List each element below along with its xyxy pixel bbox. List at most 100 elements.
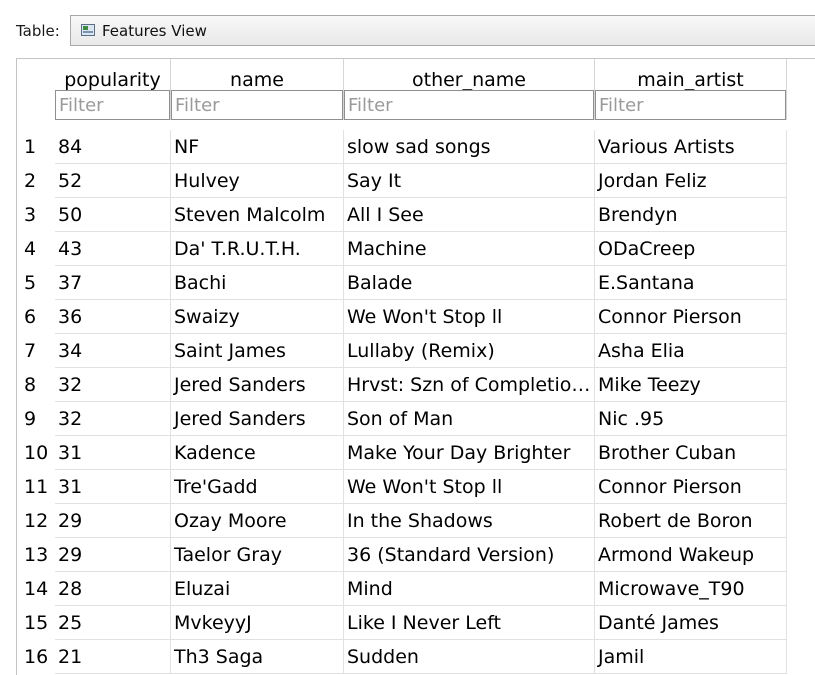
table-cell-other-name[interactable]: Make Your Day Brighter — [344, 436, 595, 470]
table-cell-name[interactable]: Da' T.R.U.T.H. — [171, 232, 344, 266]
table-cell-main-artist[interactable]: Various Artists — [595, 130, 787, 164]
table-row[interactable]: 11 31 Tre'Gadd We Won't Stop ll Connor Piers… — [17, 470, 788, 504]
table-cell-main-artist[interactable]: Robert de Boron — [595, 504, 787, 538]
table-cell-other-name[interactable]: Say It — [344, 164, 595, 198]
filter-input-name[interactable] — [171, 90, 343, 120]
row-number[interactable]: 16 — [17, 640, 55, 674]
table-row[interactable]: 10 31 Kadence Make Your Day Brighter Brother… — [17, 436, 788, 470]
column-header-popularity[interactable]: popularity — [55, 59, 171, 120]
row-number[interactable]: 6 — [17, 300, 55, 334]
table-cell-name[interactable]: Eluzai — [171, 572, 344, 606]
filter-input-popularity[interactable] — [55, 90, 170, 120]
table-cell-popularity[interactable]: 21 — [55, 640, 171, 674]
table-cell-popularity[interactable]: 84 — [55, 130, 171, 164]
table-cell-popularity[interactable]: 43 — [55, 232, 171, 266]
table-row[interactable]: 9 32 Jered Sanders Son of Man Nic .95 — [17, 402, 788, 436]
table-select[interactable]: Features View — [70, 15, 815, 46]
column-header-name[interactable]: name — [171, 59, 344, 120]
table-cell-other-name[interactable]: Like I Never Left — [344, 606, 595, 640]
table-cell-name[interactable]: Swaizy — [171, 300, 344, 334]
table-cell-other-name[interactable]: All I See — [344, 198, 595, 232]
table-cell-popularity[interactable]: 25 — [55, 606, 171, 640]
table-cell-popularity[interactable]: 31 — [55, 470, 171, 504]
table-cell-other-name[interactable]: slow sad songs — [344, 130, 595, 164]
table-cell-other-name[interactable]: We Won't Stop ll — [344, 300, 595, 334]
table-cell-popularity[interactable]: 37 — [55, 266, 171, 300]
table-cell-name[interactable]: Th3 Saga — [171, 640, 344, 674]
row-number[interactable]: 4 — [17, 232, 55, 266]
table-cell-name[interactable]: Taelor Gray — [171, 538, 344, 572]
row-number[interactable]: 14 — [17, 572, 55, 606]
row-number[interactable]: 11 — [17, 470, 55, 504]
table-cell-other-name[interactable]: Machine — [344, 232, 595, 266]
table-cell-other-name[interactable]: Hrvst: Szn of Completion ... — [344, 368, 595, 402]
table-row[interactable]: 12 29 Ozay Moore In the Shadows Robert de Bo… — [17, 504, 788, 538]
table-cell-popularity[interactable]: 29 — [55, 538, 171, 572]
table-cell-main-artist[interactable]: E.Santana — [595, 266, 787, 300]
row-number[interactable]: 10 — [17, 436, 55, 470]
table-cell-popularity[interactable]: 50 — [55, 198, 171, 232]
row-number[interactable]: 7 — [17, 334, 55, 368]
table-cell-other-name[interactable]: Mind — [344, 572, 595, 606]
table-cell-other-name[interactable]: 36 (Standard Version) — [344, 538, 595, 572]
table-cell-main-artist[interactable]: Danté James — [595, 606, 787, 640]
table-cell-name[interactable]: Kadence — [171, 436, 344, 470]
row-number[interactable]: 1 — [17, 130, 55, 164]
table-cell-name[interactable]: Steven Malcolm — [171, 198, 344, 232]
table-cell-name[interactable]: Jered Sanders — [171, 402, 344, 436]
table-cell-main-artist[interactable]: Brendyn — [595, 198, 787, 232]
table-row[interactable]: 16 21 Th3 Saga Sudden Jamil — [17, 640, 788, 674]
table-cell-main-artist[interactable]: Mike Teezy — [595, 368, 787, 402]
table-cell-name[interactable]: Tre'Gadd — [171, 470, 344, 504]
table-cell-name[interactable]: Hulvey — [171, 164, 344, 198]
table-cell-name[interactable]: Jered Sanders — [171, 368, 344, 402]
table-row[interactable]: 7 34 Saint James Lullaby (Remix) Asha Elia — [17, 334, 788, 368]
filter-input-main-artist[interactable] — [595, 90, 786, 120]
table-row[interactable]: 1 84 NF slow sad songs Various Artists — [17, 130, 788, 164]
table-cell-name[interactable]: Ozay Moore — [171, 504, 344, 538]
table-row[interactable]: 3 50 Steven Malcolm All I See Brendyn — [17, 198, 788, 232]
table-row[interactable]: 15 25 MvkeyyJ Like I Never Left Danté James — [17, 606, 788, 640]
table-cell-popularity[interactable]: 34 — [55, 334, 171, 368]
table-cell-main-artist[interactable]: Connor Pierson — [595, 470, 787, 504]
table-cell-other-name[interactable]: Lullaby (Remix) — [344, 334, 595, 368]
table-cell-name[interactable]: MvkeyyJ — [171, 606, 344, 640]
table-row[interactable]: 8 32 Jered Sanders Hrvst: Szn of Completion… — [17, 368, 788, 402]
table-row[interactable]: 5 37 Bachi Balade E.Santana — [17, 266, 788, 300]
row-number[interactable]: 3 — [17, 198, 55, 232]
table-cell-main-artist[interactable]: ODaCreep — [595, 232, 787, 266]
table-cell-popularity[interactable]: 29 — [55, 504, 171, 538]
table-cell-main-artist[interactable]: Brother Cuban — [595, 436, 787, 470]
table-cell-popularity[interactable]: 32 — [55, 368, 171, 402]
table-cell-other-name[interactable]: In the Shadows — [344, 504, 595, 538]
table-cell-main-artist[interactable]: Jordan Feliz — [595, 164, 787, 198]
table-cell-popularity[interactable]: 36 — [55, 300, 171, 334]
table-cell-main-artist[interactable]: Connor Pierson — [595, 300, 787, 334]
table-cell-main-artist[interactable]: Asha Elia — [595, 334, 787, 368]
table-cell-name[interactable]: NF — [171, 130, 344, 164]
row-number[interactable]: 13 — [17, 538, 55, 572]
table-cell-name[interactable]: Bachi — [171, 266, 344, 300]
row-number[interactable]: 9 — [17, 402, 55, 436]
table-row[interactable]: 13 29 Taelor Gray 36 (Standard Version) Armo… — [17, 538, 788, 572]
table-cell-popularity[interactable]: 32 — [55, 402, 171, 436]
filter-input-other-name[interactable] — [344, 90, 594, 120]
row-number[interactable]: 12 — [17, 504, 55, 538]
table-row[interactable]: 2 52 Hulvey Say It Jordan Feliz — [17, 164, 788, 198]
table-cell-popularity[interactable]: 52 — [55, 164, 171, 198]
table-row[interactable]: 6 36 Swaizy We Won't Stop ll Connor Pierson — [17, 300, 788, 334]
table-cell-other-name[interactable]: Balade — [344, 266, 595, 300]
table-cell-other-name[interactable]: Sudden — [344, 640, 595, 674]
table-cell-popularity[interactable]: 28 — [55, 572, 171, 606]
column-header-other-name[interactable]: other_name — [344, 59, 595, 120]
row-number[interactable]: 15 — [17, 606, 55, 640]
table-cell-main-artist[interactable]: Microwave_T90 — [595, 572, 787, 606]
table-cell-main-artist[interactable]: Nic .95 — [595, 402, 787, 436]
row-number[interactable]: 5 — [17, 266, 55, 300]
table-cell-main-artist[interactable]: Jamil — [595, 640, 787, 674]
row-number[interactable]: 2 — [17, 164, 55, 198]
table-row[interactable]: 4 43 Da' T.R.U.T.H. Machine ODaCreep — [17, 232, 788, 266]
table-cell-main-artist[interactable]: Armond Wakeup — [595, 538, 787, 572]
table-cell-popularity[interactable]: 31 — [55, 436, 171, 470]
table-cell-other-name[interactable]: We Won't Stop ll — [344, 470, 595, 504]
